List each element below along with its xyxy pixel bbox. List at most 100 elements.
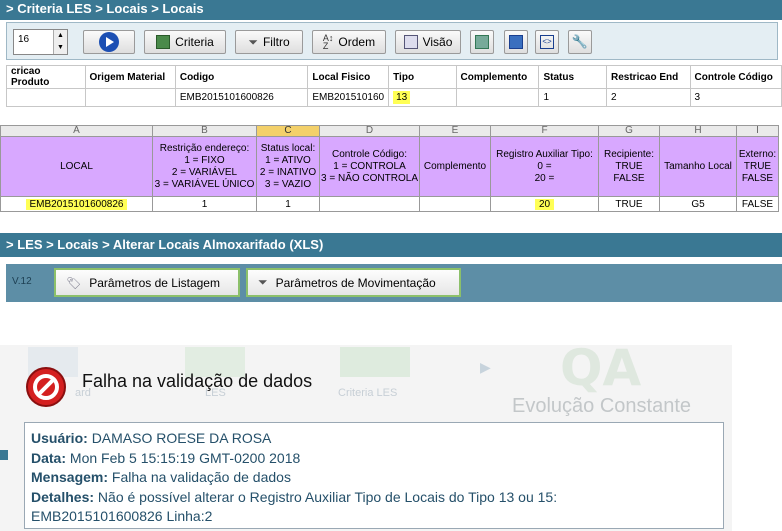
tile-icon [340, 347, 410, 377]
background-dashboard: ard LES Criteria LES ▶ QA Evolução Const… [0, 345, 732, 531]
header-line: 3 = VARIÁVEL ÚNICO [154, 178, 255, 190]
col-header[interactable]: Status [538, 65, 607, 89]
usuario-row: Usuário: DAMASO ROESE DA ROSA [31, 429, 717, 449]
ordem-label: Ordem [338, 35, 376, 49]
header-line: Tamanho Local [664, 160, 732, 172]
header-cell[interactable]: Externo: TRUE FALSE [736, 136, 779, 197]
stepper-down-icon[interactable]: ▼ [53, 42, 67, 54]
cell [6, 88, 86, 107]
ordem-button[interactable]: A↕ Z Ordem [312, 30, 386, 54]
header-cell[interactable]: Controle Código: 1 = CONTROLA 3 = NÃO CONT… [319, 136, 420, 197]
header-line: Restrição endereço: [159, 142, 250, 154]
export-button[interactable] [470, 30, 494, 54]
cell[interactable]: 20 [490, 196, 599, 212]
stepper-up-icon[interactable]: ▲ [53, 30, 67, 42]
cell [84, 88, 176, 107]
header-line: FALSE [741, 172, 774, 184]
save-icon [509, 35, 523, 49]
header-line: 3 = VAZIO [264, 178, 312, 190]
cell: 1 [538, 88, 607, 107]
col-header[interactable]: cricao Produto [6, 65, 86, 89]
header-line: 20 = [534, 172, 555, 184]
cell[interactable] [419, 196, 491, 212]
cell[interactable]: G5 [659, 196, 737, 212]
header-line: Complemento [423, 160, 487, 172]
tile-label: Criteria LES [338, 387, 398, 399]
page-size-stepper[interactable]: 16 ▲ ▼ [13, 29, 68, 55]
col-letter[interactable]: A [0, 125, 153, 137]
col-letter[interactable]: G [598, 125, 660, 137]
movimentacao-label: Parâmetros de Movimentação [275, 275, 436, 290]
movimentacao-button[interactable]: ⏷ Parâmetros de Movimentação [246, 268, 461, 297]
cell[interactable]: FALSE [736, 196, 779, 212]
table-row[interactable]: EMB2015101600826 EMB201510160 13 1 2 3 [6, 88, 782, 107]
cell[interactable]: TRUE [598, 196, 660, 212]
table-row[interactable]: EMB2015101600826 1 1 20 TRUE G5 FALSE [0, 196, 779, 212]
criteria-icon [156, 35, 171, 49]
filtro-label: Filtro [262, 35, 290, 49]
brand-logo: QA [560, 345, 642, 397]
header-cell[interactable]: LOCAL [0, 136, 153, 197]
header-line: 0 = [537, 160, 552, 172]
code-icon: <> [540, 35, 554, 49]
filter-icon: ⏷ [248, 34, 258, 49]
header-line: 3 = NÃO CONTROLA [321, 172, 418, 184]
col-header[interactable]: Codigo [174, 65, 309, 89]
col-letter[interactable]: D [319, 125, 420, 137]
col-header[interactable]: Restricao End [606, 65, 691, 89]
export-icon [475, 35, 489, 49]
criteria-breadcrumb: > Criteria LES > Locais > Locais [0, 0, 782, 20]
usuario-value: DAMASO ROESE DA ROSA [91, 430, 272, 446]
criteria-button[interactable]: Criteria [144, 30, 226, 54]
listagem-button[interactable]: 🏷 Parâmetros de Listagem [54, 268, 240, 297]
col-header[interactable]: Origem Material [84, 65, 176, 89]
header-cell[interactable]: Recipiente: TRUE FALSE [598, 136, 660, 197]
header-cell[interactable]: Complemento [419, 136, 491, 197]
filtro-button[interactable]: ⏷ Filtro [235, 30, 303, 54]
header-line: Externo: [738, 148, 777, 160]
save-button[interactable] [504, 30, 528, 54]
header-cell[interactable]: Restrição endereço: 1 = FIXO 2 = VARIÁVEL 3… [152, 136, 257, 197]
usuario-label: Usuário: [31, 430, 88, 446]
header-line: 1 = ATIVO [265, 154, 311, 166]
header-cell[interactable]: Status local: 1 = ATIVO 2 = INATIVO 3 = VAZ… [256, 136, 320, 197]
run-button[interactable] [83, 30, 135, 54]
header-line: Controle Código: [331, 148, 408, 160]
settings-button[interactable]: 🔧 [568, 30, 592, 54]
visao-label: Visão [422, 35, 453, 49]
cell[interactable]: EMB2015101600826 [0, 196, 153, 212]
visao-button[interactable]: Visão [395, 30, 461, 54]
col-letter[interactable]: F [490, 125, 599, 137]
col-letter[interactable]: B [152, 125, 257, 137]
cell [455, 88, 540, 107]
cell: 13 [388, 88, 457, 107]
les-breadcrumb: > LES > Locais > Alterar Locais Almoxari… [0, 233, 782, 257]
col-letter[interactable]: I [736, 125, 779, 137]
code-button[interactable]: <> [535, 30, 559, 54]
header-cell[interactable]: Registro Auxiliar Tipo: 0 = 20 = [490, 136, 599, 197]
col-header[interactable]: Tipo [388, 65, 457, 89]
col-letter[interactable]: H [659, 125, 737, 137]
cell: EMB2015101600826 [174, 88, 309, 107]
header-line: 2 = VARIÁVEL [171, 166, 238, 178]
header-line: FALSE [613, 172, 645, 184]
header-line: TRUE [743, 160, 772, 172]
page-size-value: 16 [18, 34, 30, 45]
col-letter[interactable]: C [256, 125, 320, 137]
view-icon [403, 35, 418, 49]
header-line: TRUE [615, 160, 643, 172]
header-line: 1 = FIXO [184, 154, 225, 166]
col-header[interactable]: Complemento [455, 65, 540, 89]
cell[interactable]: 1 [256, 196, 320, 212]
cell[interactable] [319, 196, 420, 212]
col-header[interactable]: Local Fisico [307, 65, 390, 89]
col-header[interactable]: Controle Código [689, 65, 782, 89]
header-cell[interactable]: Tamanho Local [659, 136, 737, 197]
cell[interactable]: 1 [152, 196, 257, 212]
header-line: 1 = CONTROLA [333, 160, 406, 172]
error-details-box: Usuário: DAMASO ROESE DA ROSA Data: Mon … [24, 422, 724, 529]
col-letter[interactable]: E [419, 125, 491, 137]
cell: 3 [689, 88, 782, 107]
local-value: EMB2015101600826 [25, 198, 128, 210]
cell: EMB201510160 [307, 88, 390, 107]
